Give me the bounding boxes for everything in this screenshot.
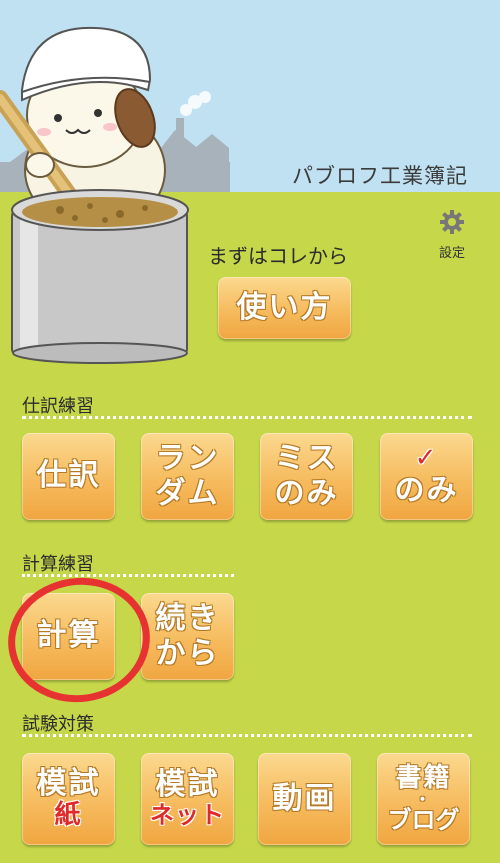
journal-button[interactable]: 仕訳 <box>22 433 115 520</box>
how-to-button-label: 使い方 <box>236 289 333 325</box>
section-title-journal: 仕訳練習 <box>22 396 94 417</box>
random-button-line1: ラン <box>155 441 220 476</box>
section-divider <box>22 574 234 577</box>
intro-label: まずはコレから <box>208 244 348 268</box>
mock-net-line1: 模試 <box>155 766 220 802</box>
mock-paper-line1: 模試 <box>36 765 101 801</box>
journal-button-label: 仕訳 <box>36 458 101 494</box>
mistakes-only-button[interactable]: ミス のみ <box>260 433 353 520</box>
section-divider <box>22 734 472 737</box>
books-line2: ・ <box>414 789 433 809</box>
settings-label: 設定 <box>438 246 465 261</box>
books-line3: ブログ <box>387 805 460 834</box>
mistakes-button-line2: のみ <box>274 475 339 511</box>
continue-button-line1: 続き <box>155 601 220 636</box>
section-divider <box>22 416 472 419</box>
mistakes-button-line1: ミス <box>274 441 339 476</box>
checked-only-button[interactable]: ✓ のみ <box>380 433 473 520</box>
books-blog-button[interactable]: 書籍 ・ ブログ <box>377 753 470 845</box>
section-title-calc: 計算練習 <box>22 554 94 575</box>
how-to-button[interactable]: 使い方 <box>218 277 351 339</box>
mock-exam-net-button[interactable]: 模試 ネット <box>141 753 234 845</box>
checked-button-label: のみ <box>394 473 459 509</box>
random-button-line2: ダム <box>155 475 220 511</box>
mock-net-line2: ネット <box>150 801 225 830</box>
settings-button[interactable]: 設定 <box>432 208 472 261</box>
video-button-label: 動画 <box>272 780 337 816</box>
video-button[interactable]: 動画 <box>258 753 351 845</box>
section-title-exam: 試験対策 <box>22 714 94 735</box>
random-button[interactable]: ラン ダム <box>141 433 234 520</box>
gear-icon <box>440 210 464 234</box>
annotation-circle <box>0 568 158 712</box>
continue-button[interactable]: 続き から <box>141 593 234 680</box>
continue-button-line2: から <box>155 635 220 671</box>
check-mark-icon: ✓ <box>414 443 439 474</box>
mock-exam-paper-button[interactable]: 模試 紙 <box>22 753 115 845</box>
mock-paper-line2: 紙 <box>54 800 83 831</box>
app-title: パブロフ工業簿記 <box>292 164 468 188</box>
